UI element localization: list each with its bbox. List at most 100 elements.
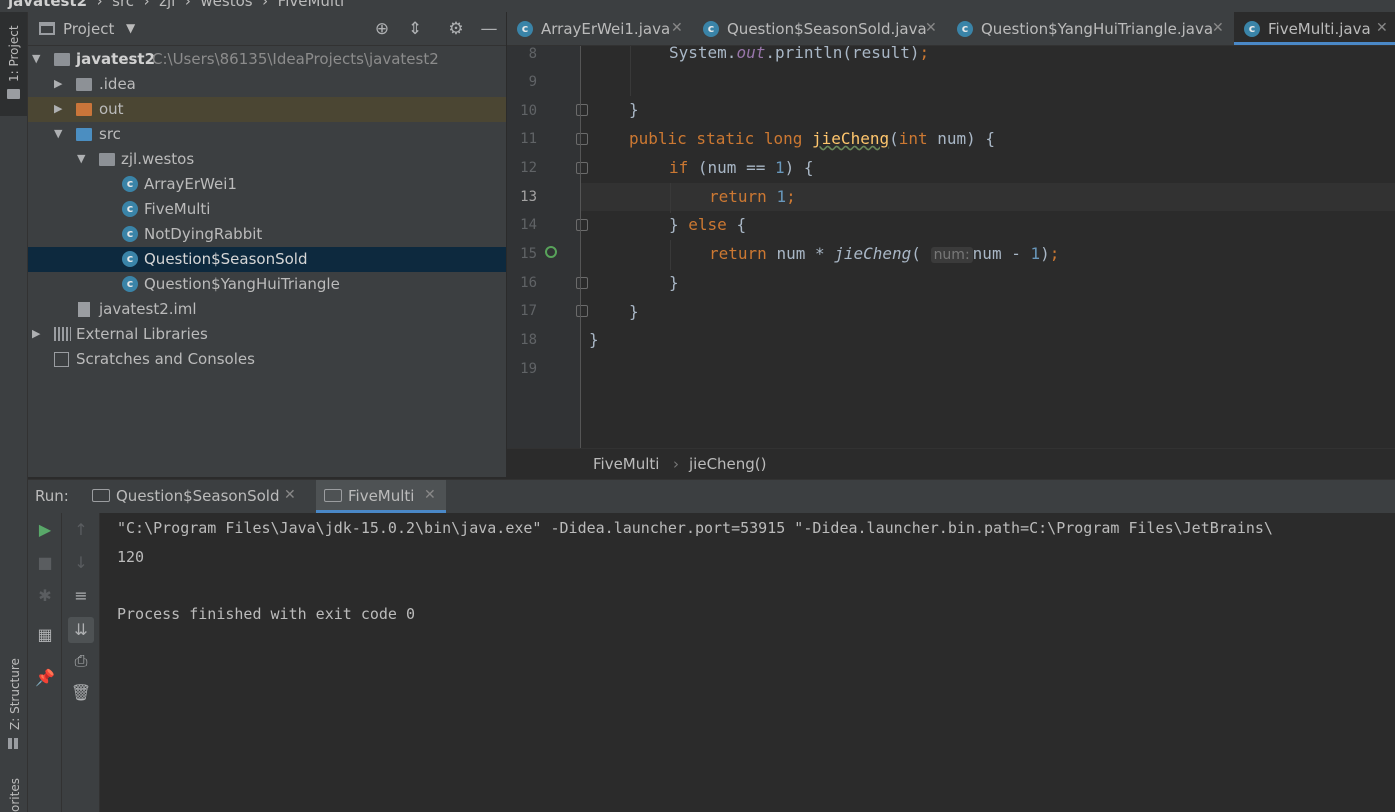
rerun-icon[interactable]: ▶ (34, 519, 56, 541)
tab-seasonsold[interactable]: c Question$SeasonSold.java ✕ (693, 12, 947, 45)
close-icon[interactable]: ✕ (424, 487, 436, 503)
tree-item-class[interactable]: c ArrayErWei1 (28, 172, 506, 197)
close-icon[interactable]: ✕ (1212, 20, 1224, 36)
line-number: 17 (520, 303, 537, 319)
fold-marker-icon[interactable] (576, 219, 588, 231)
line-number: 8 (528, 46, 537, 62)
fold-marker-icon[interactable] (576, 277, 588, 289)
code-line-12: if (num == 1) { (669, 158, 814, 177)
chevron-down-icon[interactable]: ▼ (126, 21, 135, 35)
code-line-14: } else { (669, 215, 747, 234)
hide-icon[interactable]: — (478, 18, 500, 40)
excluded-folder-icon (76, 103, 92, 116)
breadcrumb-src[interactable]: src (112, 0, 134, 10)
line-number: 12 (520, 160, 537, 176)
project-view-selector[interactable]: Project (63, 20, 114, 38)
console-line: Process finished with exit code 0 (117, 605, 416, 623)
code-line-15: return num * jieCheng( num: num - 1); (709, 244, 1060, 263)
arrow-down-icon[interactable]: ↓ (70, 552, 92, 574)
chevron-right-icon[interactable]: ▶ (32, 327, 40, 340)
java-class-icon: c (122, 176, 138, 192)
locate-icon[interactable]: ⊕ (371, 18, 393, 40)
tab-label: FiveMulti.java (1268, 20, 1371, 38)
tab-yanghuitriangle[interactable]: c Question$YangHuiTriangle.java ✕ (947, 12, 1233, 45)
tree-item-label: ArrayErWei1 (144, 175, 237, 193)
pin-icon[interactable]: 📌 (34, 667, 56, 689)
fold-marker-icon[interactable] (576, 133, 588, 145)
breadcrumb-method[interactable]: jieCheng() (689, 455, 767, 473)
line-number: 19 (520, 361, 537, 377)
arrow-up-icon[interactable]: ↑ (70, 519, 92, 541)
tree-item-label: .idea (99, 75, 136, 93)
tree-item-label: src (99, 125, 121, 143)
code-line-17: } (629, 302, 639, 321)
collapse-all-icon[interactable]: ⇕ (404, 18, 426, 40)
code-line-10: } (629, 100, 639, 119)
close-icon[interactable]: ✕ (284, 487, 296, 503)
close-icon[interactable]: ✕ (925, 20, 937, 36)
console-output[interactable]: "C:\Program Files\Java\jdk-15.0.2\bin\ja… (100, 513, 1395, 812)
tree-item-class[interactable]: c FiveMulti (28, 197, 506, 222)
print-icon[interactable]: ⎙ (70, 650, 92, 672)
tree-item-iml[interactable]: javatest2.iml (28, 297, 506, 322)
project-tree: ▼ javatest2 C:\Users\86135\IdeaProjects\… (28, 46, 506, 477)
tree-item-idea[interactable]: ▶ .idea (28, 72, 506, 97)
recursive-call-icon[interactable] (545, 246, 557, 258)
breadcrumb-westos[interactable]: westos (200, 0, 252, 10)
line-number: 14 (520, 217, 537, 233)
fold-marker-icon[interactable] (576, 305, 588, 317)
tree-item-class-selected[interactable]: c Question$SeasonSold (28, 247, 506, 272)
run-tab-fivemulti[interactable]: FiveMulti ✕ (316, 480, 446, 513)
tree-item-root[interactable]: ▼ javatest2 C:\Users\86135\IdeaProjects\… (28, 47, 506, 72)
soft-wrap-icon[interactable]: ≡ (70, 585, 92, 607)
tab-arrayerwei1[interactable]: c ArrayErWei1.java ✕ (507, 12, 693, 45)
tree-item-class[interactable]: c Question$YangHuiTriangle (28, 272, 506, 297)
code-line-18: } (589, 330, 599, 349)
scroll-to-end-icon[interactable]: ⇊ (68, 617, 94, 643)
debug-icon[interactable]: ✱ (34, 585, 56, 607)
chevron-right-icon[interactable]: ▶ (54, 102, 62, 115)
indent-guide (670, 240, 671, 270)
tree-item-src[interactable]: ▼ src (28, 122, 506, 147)
trash-icon[interactable]: 🗑 (70, 682, 92, 704)
left-tool-strip: 1: Project Z: Structure orites (0, 12, 28, 812)
run-toolbar-secondary: ↑ ↓ ≡ ⇊ ⎙ 🗑 (62, 513, 100, 812)
chevron-down-icon[interactable]: ▼ (77, 152, 85, 165)
tab-fivemulti[interactable]: c FiveMulti.java ✕ (1234, 12, 1395, 45)
tree-item-label: FiveMulti (144, 200, 211, 218)
code-line-16: } (669, 273, 679, 292)
tree-item-out[interactable]: ▶ out (28, 97, 506, 122)
indent-guide (630, 46, 631, 96)
tree-item-scratches[interactable]: Scratches and Consoles (28, 347, 506, 372)
close-icon[interactable]: ✕ (671, 20, 683, 36)
project-panel-header: Project ▼ ⊕ ⇕ ⚙ — (28, 12, 506, 46)
tree-item-external-libraries[interactable]: ▶ External Libraries (28, 322, 506, 347)
close-icon[interactable]: ✕ (1376, 20, 1388, 36)
breadcrumb-file[interactable]: FiveMulti (278, 0, 344, 10)
chevron-down-icon[interactable]: ▼ (54, 127, 62, 140)
breadcrumb-project[interactable]: javatest2 (8, 0, 87, 10)
layout-icon[interactable]: ▦ (34, 624, 56, 646)
breadcrumb-class[interactable]: FiveMulti (593, 455, 659, 473)
stop-icon[interactable]: ■ (34, 552, 56, 574)
fold-marker-icon[interactable] (576, 104, 588, 116)
chevron-down-icon[interactable]: ▼ (32, 52, 40, 65)
tree-item-label: zjl.westos (121, 150, 195, 168)
gear-icon[interactable]: ⚙ (445, 18, 467, 40)
tree-item-package[interactable]: ▼ zjl.westos (28, 147, 506, 172)
favorites-tool-tab[interactable]: orites (0, 12, 27, 812)
breadcrumb-zjl[interactable]: zjl (159, 0, 175, 10)
java-class-icon: c (122, 226, 138, 242)
editor-gutter[interactable]: 8 9 10 11 12 13 14 15 16 17 18 19 (507, 46, 588, 448)
java-class-icon: c (957, 21, 973, 37)
tree-item-label: External Libraries (76, 325, 208, 343)
fold-marker-icon[interactable] (576, 162, 588, 174)
run-tab-seasonsold[interactable]: Question$SeasonSold ✕ (84, 480, 302, 513)
line-number: 10 (520, 103, 537, 119)
line-number: 18 (520, 332, 537, 348)
tree-item-class[interactable]: c NotDyingRabbit (28, 222, 506, 247)
library-icon (54, 327, 71, 341)
console-icon (92, 489, 110, 502)
chevron-right-icon[interactable]: ▶ (54, 77, 62, 90)
chevron-right-icon: › (673, 455, 679, 473)
